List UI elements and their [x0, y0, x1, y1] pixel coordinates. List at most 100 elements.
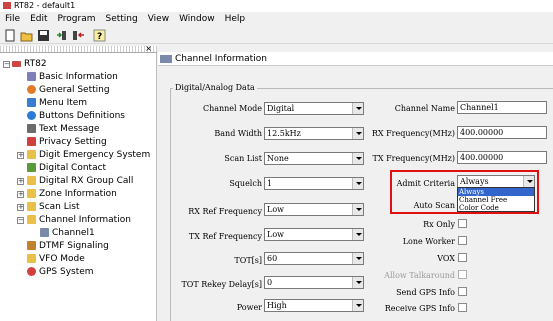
tree-item-digital-contact[interactable]: Digital Contact — [27, 162, 106, 175]
channel-name-input[interactable]: Channel1 — [457, 101, 547, 114]
tree-item-general-setting[interactable]: General Setting — [27, 84, 110, 97]
tree-item-dtmf-signaling[interactable]: DTMF Signaling — [27, 240, 109, 253]
info-icon — [27, 72, 36, 81]
scan-list-select[interactable]: None — [264, 152, 364, 165]
app-logo-icon — [12, 60, 21, 67]
new-file-icon[interactable] — [4, 29, 17, 42]
tree-item-digital-rx-group-call[interactable]: Digital RX Group Call — [27, 175, 133, 188]
squelch-select[interactable]: 1 — [264, 177, 364, 190]
rx-frequency-label: RX Frequency(MHz) — [371, 129, 455, 138]
chevron-down-icon[interactable] — [352, 128, 363, 139]
tree-item-basic-information[interactable]: Basic Information — [27, 71, 118, 84]
menu-window[interactable]: Window — [174, 12, 220, 27]
window-title: RT82 - default1 — [14, 1, 76, 10]
toolbar: ? — [0, 27, 553, 44]
tree-item-zone-information[interactable]: Zone Information — [27, 188, 117, 201]
tot-rekey-delay-select[interactable]: 0 — [264, 276, 364, 289]
tx-frequency-label: TX Frequency(MHz) — [372, 154, 455, 163]
chevron-down-icon[interactable] — [352, 103, 363, 114]
tree-item-text-message[interactable]: Text Message — [27, 123, 100, 136]
lone-worker-checkbox[interactable] — [458, 236, 467, 245]
tree-item-digit-emergency-system[interactable]: Digit Emergency System — [27, 149, 150, 162]
write-radio-icon[interactable] — [72, 29, 85, 42]
rx-only-label: Rx Only — [423, 220, 455, 229]
channel-icon — [40, 228, 49, 237]
menu-view[interactable]: View — [143, 12, 174, 27]
allow-talkaround-checkbox[interactable] — [458, 270, 467, 279]
power-label: Power — [236, 303, 262, 312]
menu-file[interactable]: File — [0, 12, 25, 27]
tree-item-vfo-mode[interactable]: VFO Mode — [27, 253, 85, 266]
panel-grip[interactable] — [0, 46, 157, 53]
folder-open-icon — [27, 215, 36, 224]
rx-only-checkbox[interactable] — [458, 219, 467, 228]
chevron-down-icon[interactable] — [352, 277, 363, 288]
gps-icon — [27, 267, 36, 276]
panel-header: Channel Information — [158, 52, 553, 66]
power-select[interactable]: High — [264, 299, 364, 312]
rx-ref-frequency-select[interactable]: Low — [264, 203, 364, 216]
menu-setting[interactable]: Setting — [100, 12, 142, 27]
expand-toggle-scan-list[interactable]: + — [17, 204, 24, 211]
vox-checkbox[interactable] — [458, 253, 467, 262]
save-icon[interactable] — [37, 29, 50, 42]
menu-edit[interactable]: Edit — [25, 12, 52, 27]
band-width-label: Band Width — [214, 129, 262, 138]
folder-icon — [27, 189, 36, 198]
expand-toggle-digital-rx-group[interactable]: + — [17, 178, 24, 185]
tree-item-privacy-setting[interactable]: Privacy Setting — [27, 136, 107, 149]
contact-icon — [27, 163, 36, 172]
close-panel-icon[interactable]: × — [145, 44, 152, 53]
receive-gps-info-label: Receive GPS Info — [384, 304, 455, 313]
channel-mode-select[interactable]: Digital — [264, 102, 364, 115]
navigation-tree-panel: × − RT82 Basic Information General Setti… — [0, 44, 157, 321]
collapse-toggle-channel-information[interactable]: − — [17, 217, 24, 224]
lone-worker-label: Lone Worker — [402, 237, 455, 246]
key-icon — [27, 137, 36, 146]
folder-icon — [27, 176, 36, 185]
menu-icon — [27, 98, 36, 107]
band-width-select[interactable]: 12.5kHz — [264, 127, 364, 140]
window-title-bar: RT82 - default1 — [0, 0, 553, 12]
read-radio-icon[interactable] — [56, 29, 69, 42]
about-icon[interactable]: ? — [93, 29, 106, 42]
expand-toggle-zone-information[interactable]: + — [17, 191, 24, 198]
vox-label: VOX — [437, 254, 455, 263]
expand-toggle-digit-emergency[interactable]: + — [17, 152, 24, 159]
chevron-down-icon[interactable] — [352, 300, 363, 311]
dtmf-icon — [27, 241, 36, 250]
tree-item-channel-information[interactable]: Channel Information — [27, 214, 131, 227]
tree-item-menu-item[interactable]: Menu Item — [27, 97, 87, 110]
folder-icon — [27, 150, 36, 159]
channel-name-label: Channel Name — [394, 104, 455, 113]
tree-item-scan-list[interactable]: Scan List — [27, 201, 79, 214]
chevron-down-icon[interactable] — [352, 253, 363, 264]
tree-item-gps-system[interactable]: GPS System — [27, 266, 94, 279]
chevron-down-icon[interactable] — [352, 229, 363, 240]
chevron-down-icon[interactable] — [352, 204, 363, 215]
rx-frequency-input[interactable]: 400.00000 — [457, 126, 547, 139]
gear-icon — [27, 85, 36, 94]
tree-item-channel1[interactable]: Channel1 — [40, 227, 95, 240]
chevron-down-icon[interactable] — [352, 178, 363, 189]
tx-ref-frequency-select[interactable]: Low — [264, 228, 364, 241]
tree-root[interactable]: RT82 — [12, 58, 47, 71]
tot-select[interactable]: 60 — [264, 252, 364, 265]
channel-icon — [160, 54, 172, 63]
tot-label: TOT[s] — [234, 256, 262, 265]
open-folder-icon[interactable] — [20, 29, 33, 42]
tx-frequency-input[interactable]: 400.00000 — [457, 151, 547, 164]
chevron-down-icon[interactable] — [352, 153, 363, 164]
svg-text:?: ? — [97, 32, 102, 42]
tree-item-buttons-definitions[interactable]: Buttons Definitions — [27, 110, 125, 123]
send-gps-info-checkbox[interactable] — [458, 287, 467, 296]
tx-ref-frequency-label: TX Ref Frequency — [188, 232, 262, 241]
channel-mode-label: Channel Mode — [202, 104, 262, 113]
rx-ref-frequency-label: RX Ref Frequency — [188, 207, 262, 216]
collapse-toggle-root[interactable]: − — [3, 61, 10, 68]
folder-icon — [27, 254, 36, 263]
menu-program[interactable]: Program — [53, 12, 101, 27]
receive-gps-info-checkbox[interactable] — [458, 303, 467, 312]
menu-help[interactable]: Help — [220, 12, 251, 27]
menu-bar: File Edit Program Setting View Window Help — [0, 12, 553, 27]
